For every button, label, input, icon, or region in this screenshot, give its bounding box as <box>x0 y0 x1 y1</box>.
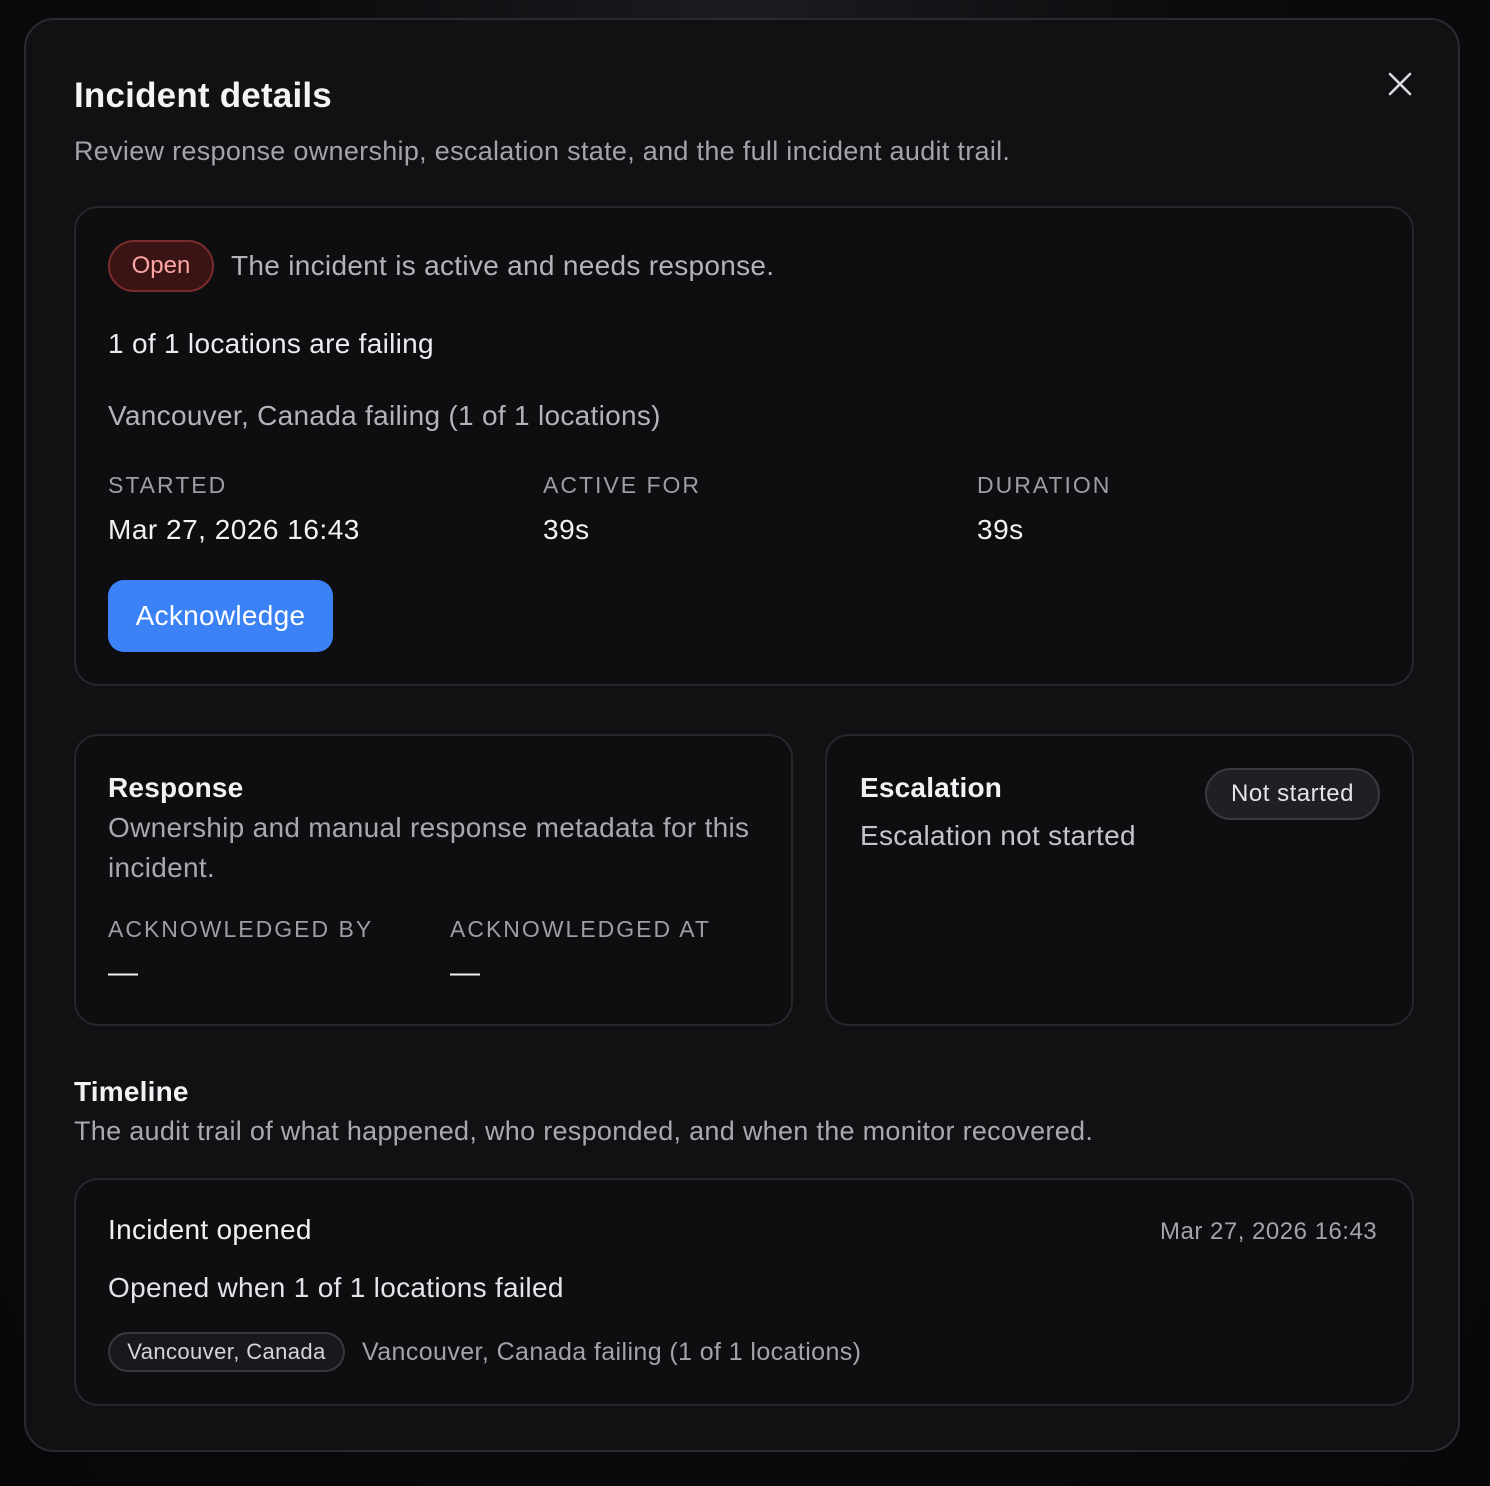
active-for-value: 39s <box>543 514 590 545</box>
escalation-status-badge: Not started <box>1205 768 1380 820</box>
escalation-description: Escalation not started <box>860 820 1136 851</box>
event-time: Mar 27, 2026 16:43 <box>1160 1218 1378 1245</box>
timeline-event: Incident opened Mar 27, 2026 16:43 Opene… <box>74 1178 1414 1406</box>
duration-label: DURATION <box>977 472 1112 498</box>
close-icon <box>1388 72 1412 96</box>
started-label: STARTED <box>108 472 228 498</box>
failing-detail: Vancouver, Canada failing (1 of 1 locati… <box>108 400 661 431</box>
location-tag: Vancouver, Canada <box>108 1332 345 1372</box>
acknowledged-by-label: ACKNOWLEDGED BY <box>108 916 374 942</box>
acknowledged-by-value: — <box>108 956 138 989</box>
response-title: Response <box>108 772 244 803</box>
status-badge-open: Open <box>108 240 214 292</box>
escalation-title: Escalation <box>860 772 1003 803</box>
acknowledged-at-value: — <box>450 956 480 989</box>
acknowledge-button[interactable]: Acknowledge <box>108 580 333 652</box>
timeline-description: The audit trail of what happened, who re… <box>74 1116 1094 1146</box>
dialog-title: Incident details <box>74 76 332 115</box>
event-title: Incident opened <box>108 1214 312 1245</box>
event-location-detail: Vancouver, Canada failing (1 of 1 locati… <box>362 1338 862 1366</box>
status-message: The incident is active and needs respons… <box>231 250 775 281</box>
close-button[interactable] <box>1386 70 1414 98</box>
dialog-subtitle: Review response ownership, escalation st… <box>74 136 1011 166</box>
escalation-card: Escalation Not started Escalation not st… <box>825 734 1414 1026</box>
active-for-label: ACTIVE FOR <box>543 472 702 498</box>
response-card: Response Ownership and manual response m… <box>74 734 793 1026</box>
failing-headline: 1 of 1 locations are failing <box>108 328 434 359</box>
acknowledged-at-label: ACKNOWLEDGED AT <box>450 916 711 942</box>
response-description: Ownership and manual response metadata f… <box>108 812 750 883</box>
duration-value: 39s <box>977 514 1024 545</box>
started-value: Mar 27, 2026 16:43 <box>108 514 360 545</box>
incident-details-dialog: Incident details Review response ownersh… <box>24 18 1460 1452</box>
event-description: Opened when 1 of 1 locations failed <box>108 1272 564 1303</box>
incident-summary-card: Open The incident is active and needs re… <box>74 206 1414 686</box>
timeline-title: Timeline <box>74 1076 189 1107</box>
